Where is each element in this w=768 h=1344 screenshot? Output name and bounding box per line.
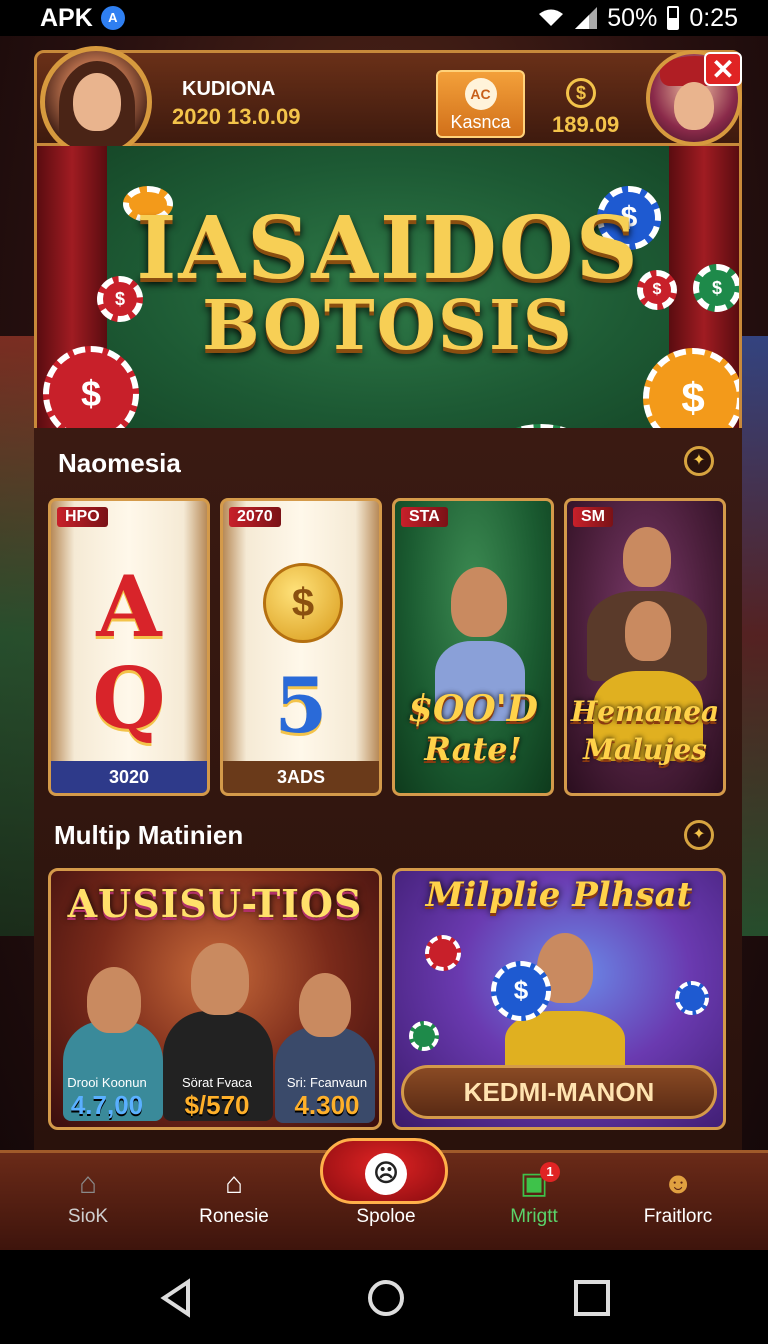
status-app-label: APK (40, 3, 93, 32)
stat-block: Drooi Koonun 4.7,00 (55, 1075, 159, 1121)
kedmi-manon-button[interactable]: KEDMI-MANON (401, 1065, 717, 1119)
signal-icon (575, 7, 598, 29)
card-title: AUSISU-TIOS (67, 881, 363, 926)
hero-banner[interactable]: $ $ $ $ $ $ IASAIDOS BOTOSIS (34, 146, 742, 464)
stat-name: Drooi Koonun (67, 1075, 147, 1090)
promo-line: Malujes (583, 733, 707, 766)
nav-label: Ronesie (199, 1206, 269, 1227)
promo-line: Rate! (424, 730, 522, 768)
tile-tag: 2070 (229, 507, 281, 527)
tile-footer: 3ADS (223, 761, 379, 793)
player-figure (299, 973, 351, 1037)
promo-line: Hemanea (570, 695, 720, 728)
clock: 0:25 (689, 3, 738, 32)
player-name: KUDIONA (182, 78, 276, 100)
game-tile[interactable]: HPO A Q 3020 (48, 498, 210, 796)
section-info-icon[interactable]: ✦ (684, 446, 714, 476)
battery-icon (667, 6, 680, 30)
kasnca-label: Kasnca (450, 112, 511, 132)
nav-item-ronesie[interactable]: ⌂ Ronesie (164, 1150, 304, 1250)
nav-item-spoloe[interactable]: Spoloe (316, 1150, 456, 1250)
home-star-icon: ⌂ (78, 1167, 98, 1200)
nav-item-mrigtt[interactable]: ▣ Mrigtt (464, 1150, 604, 1250)
nav-item-fraitlorc[interactable]: ☻ Fraitlorc (608, 1150, 748, 1250)
background-right-decoration (738, 336, 768, 936)
game-tile[interactable]: SM Hemanea Malujes (564, 498, 726, 796)
stat-value: 4.7,00 (70, 1090, 144, 1120)
promo-card[interactable]: Milplie Plhsat $ KEDMI-MANON (392, 868, 726, 1130)
section-title-multip: Multip Matinien (54, 820, 244, 850)
tile-tag: HPO (57, 507, 108, 527)
player-figure (87, 967, 141, 1033)
nav-label: SioK (67, 1206, 109, 1227)
system-navigation-bar (0, 1250, 768, 1344)
notification-badge: 1 (540, 1162, 560, 1182)
slot-symbol: A (96, 557, 162, 656)
tile-tag: STA (401, 507, 448, 527)
game-tile[interactable]: 2070 $ 5 3ADS (220, 498, 382, 796)
battery-percent: 50% (607, 3, 658, 32)
stat-value: $/570 (184, 1090, 250, 1120)
kasnca-button[interactable]: AC Kasnca (436, 70, 525, 138)
stat-block: Sörat Fvaca $/570 (165, 1075, 269, 1121)
section-info-icon[interactable]: ✦ (684, 820, 714, 850)
casino-chip-icon: $ (491, 961, 551, 1021)
casino-chip-icon (675, 981, 709, 1015)
casino-chip-icon (425, 935, 461, 971)
house-icon: ⌂ (224, 1167, 244, 1200)
tile-tag: SM (573, 507, 613, 527)
card-title: Milplie Plhsat (425, 875, 693, 915)
notification-badge-icon: A (100, 6, 125, 30)
profile-add-icon: ☻ (662, 1167, 694, 1200)
nav-label: Fraitlorc (643, 1206, 713, 1227)
gold-coin-icon: $ (263, 563, 343, 643)
slot-symbol: 5 (274, 661, 328, 750)
stat-name: Sörat Fvaca (181, 1075, 253, 1090)
home-icon[interactable] (366, 1278, 406, 1318)
tile-footer: 3020 (51, 761, 207, 793)
wifi-icon (539, 9, 564, 26)
stat-block: Sri: Fcanvaun 4.300 (275, 1075, 379, 1121)
coin-icon: $ (566, 78, 596, 108)
player-figure (451, 567, 507, 637)
nav-label: Spoloe (356, 1206, 416, 1227)
game-lobby: $ $ $ $ $ $ IASAIDOS BOTOSIS KUDIONA 202… (0, 36, 768, 1250)
promo-line: $OO'D (407, 688, 538, 730)
player-avatar[interactable] (40, 46, 152, 158)
section-title-naomesia: Naomesia (58, 448, 181, 478)
tournament-card[interactable]: AUSISU-TIOS Drooi Koonun 4.7,00 Sörat Fv… (48, 868, 382, 1130)
nav-item-siok[interactable]: ⌂ SioK (18, 1150, 158, 1250)
close-button[interactable]: ✕ (704, 52, 742, 86)
player-date: 2020 13.0.09 (172, 104, 301, 129)
player-figure (623, 527, 671, 587)
slot-symbol: Q (92, 649, 166, 748)
casino-chip-icon (409, 1021, 439, 1051)
status-bar: APK A 50% 0:25 (0, 0, 768, 36)
player-figure (191, 943, 249, 1015)
stat-name: Sri: Fcanvaun (286, 1075, 368, 1090)
banner-title: IASAIDOS (136, 198, 640, 299)
back-icon[interactable] (158, 1278, 198, 1318)
stat-value: 4.300 (294, 1090, 360, 1120)
coin-balance: 189.09 (552, 112, 620, 137)
recent-apps-icon[interactable] (572, 1278, 612, 1318)
kasnca-logo-icon: AC (464, 78, 497, 110)
player-figure (625, 601, 671, 661)
banner-subtitle: BOTOSIS (202, 286, 574, 366)
nav-label: Mrigtt (510, 1206, 558, 1227)
game-tile[interactable]: STA $OO'D Rate! (392, 498, 554, 796)
